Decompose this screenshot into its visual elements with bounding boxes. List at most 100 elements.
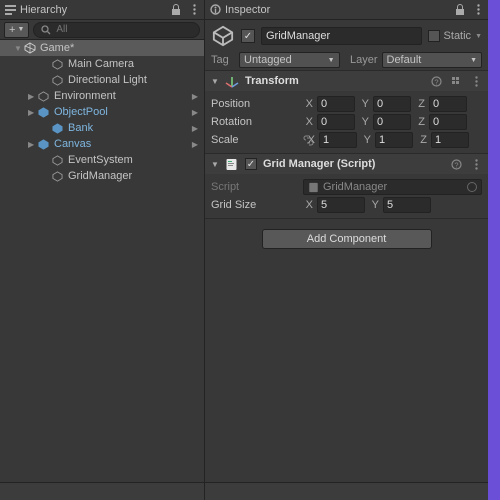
gridmanager-script-component: ▼ ✓ Grid Manager (Script) ? Script (205, 154, 488, 219)
scene-row[interactable]: ▼ Game* (0, 40, 204, 56)
item-label: Main Camera (68, 58, 134, 70)
chevron-down-icon[interactable]: ▼ (211, 160, 219, 169)
axis-z-label: Z (417, 134, 427, 146)
prefab-icon (52, 123, 64, 134)
script-icon (308, 182, 319, 193)
position-z-input[interactable]: 0 (429, 96, 467, 112)
chevron-right-icon[interactable]: ▶ (192, 92, 198, 101)
static-label: Static (444, 30, 472, 42)
gridsize-x-input[interactable]: 5 (317, 197, 365, 213)
inspector-empty-area (205, 259, 488, 482)
hierarchy-footer (0, 482, 204, 500)
axis-y-label: Y (359, 116, 369, 128)
gameobject-header: ✓ GridManager Static ▼ Tag Untagged ▼ La… (205, 20, 488, 71)
kebab-icon[interactable] (188, 4, 200, 16)
chevron-right-icon[interactable]: ▶ (28, 92, 38, 101)
help-icon[interactable]: ? (450, 158, 462, 170)
axis-x-label: X (303, 116, 313, 128)
gameobject-icon (52, 171, 64, 182)
scale-row: Scale X1 Y1 Z1 (211, 131, 482, 149)
transform-header[interactable]: ▼ Transform ? (205, 71, 488, 91)
tree-item[interactable]: ▶ Canvas ▶ (0, 136, 204, 152)
tree-item[interactable]: Main Camera (0, 56, 204, 72)
hierarchy-search[interactable] (33, 22, 200, 38)
hierarchy-icon (4, 4, 16, 16)
inspector-panel: Inspector ✓ GridManager Static ▼ (205, 0, 488, 500)
kebab-icon[interactable] (472, 4, 484, 16)
rotation-x-input[interactable]: 0 (317, 114, 355, 130)
add-component-button[interactable]: Add Component (262, 229, 432, 249)
rotation-z-input[interactable]: 0 (429, 114, 467, 130)
axis-y-label: Y (361, 134, 371, 146)
axis-z-label: Z (415, 116, 425, 128)
scale-z-input[interactable]: 1 (431, 132, 469, 148)
lock-icon[interactable] (454, 4, 466, 16)
gameobject-icon[interactable] (211, 24, 235, 48)
scale-x-input[interactable]: 1 (319, 132, 357, 148)
chevron-right-icon[interactable]: ▶ (28, 140, 38, 149)
chevron-right-icon[interactable]: ▶ (192, 124, 198, 133)
gameobject-name-field[interactable]: GridManager (261, 27, 422, 45)
chevron-right-icon[interactable]: ▶ (192, 108, 198, 117)
axis-x-label: X (305, 134, 315, 146)
axis-x-label: X (303, 98, 313, 110)
chevron-down-icon[interactable]: ▼ (14, 44, 24, 53)
tag-label: Tag (211, 54, 235, 66)
right-panel-sliver (488, 0, 500, 500)
preset-icon[interactable] (450, 75, 462, 87)
position-x-input[interactable]: 0 (317, 96, 355, 112)
chevron-down-icon[interactable]: ▼ (475, 33, 482, 40)
check-icon: ✓ (244, 31, 252, 42)
tree-item[interactable]: GridManager (0, 168, 204, 184)
gameobject-icon (52, 155, 64, 166)
position-label: Position (211, 98, 299, 110)
hierarchy-tree: ▼ Game* Main Camera Directional Light ▶ … (0, 40, 204, 482)
chevron-right-icon[interactable]: ▶ (28, 108, 38, 117)
item-label: ObjectPool (54, 106, 108, 118)
item-label: EventSystem (68, 154, 133, 166)
unity-icon (24, 42, 36, 54)
scale-y-input[interactable]: 1 (375, 132, 413, 148)
tree-item[interactable]: Directional Light (0, 72, 204, 88)
lock-icon[interactable] (170, 4, 182, 16)
position-y-input[interactable]: 0 (373, 96, 411, 112)
component-title: Grid Manager (Script) (263, 158, 444, 170)
tree-item[interactable]: ▶ Environment ▶ (0, 88, 204, 104)
chevron-down-icon: ▼ (17, 26, 24, 33)
tag-dropdown[interactable]: Untagged ▼ (239, 52, 340, 68)
chevron-right-icon[interactable]: ▶ (192, 140, 198, 149)
script-icon (225, 158, 239, 171)
item-label: Directional Light (68, 74, 147, 86)
item-label: Environment (54, 90, 116, 102)
component-title: Transform (245, 75, 424, 87)
axis-z-label: Z (415, 98, 425, 110)
rotation-y-input[interactable]: 0 (373, 114, 411, 130)
item-label: Bank (68, 122, 93, 134)
tree-item[interactable]: Bank ▶ (0, 120, 204, 136)
gridsize-y-input[interactable]: 5 (383, 197, 431, 213)
script-object-field[interactable]: GridManager (303, 179, 482, 195)
search-input[interactable] (56, 24, 193, 35)
active-checkbox[interactable]: ✓ (241, 29, 255, 43)
script-enabled-checkbox[interactable]: ✓ (245, 158, 257, 170)
kebab-icon[interactable] (470, 75, 482, 87)
script-value: GridManager (323, 181, 387, 193)
hierarchy-title: Hierarchy (20, 4, 67, 16)
object-picker-icon[interactable] (467, 182, 477, 192)
kebab-icon[interactable] (470, 158, 482, 170)
static-checkbox[interactable] (428, 30, 440, 42)
script-label: Script (211, 181, 299, 193)
prefab-icon (38, 107, 50, 118)
chevron-down-icon[interactable]: ▼ (211, 77, 219, 86)
create-button[interactable]: + ▼ (4, 22, 29, 38)
tree-item[interactable]: EventSystem (0, 152, 204, 168)
rotation-row: Rotation X0 Y0 Z0 (211, 113, 482, 131)
help-icon[interactable]: ? (430, 75, 442, 87)
gameobject-icon (52, 59, 64, 70)
layer-label: Layer (344, 54, 378, 66)
tree-item[interactable]: ▶ ObjectPool ▶ (0, 104, 204, 120)
item-label: GridManager (68, 170, 132, 182)
plus-icon: + (9, 24, 15, 36)
script-header[interactable]: ▼ ✓ Grid Manager (Script) ? (205, 154, 488, 174)
layer-dropdown[interactable]: Default ▼ (382, 52, 483, 68)
